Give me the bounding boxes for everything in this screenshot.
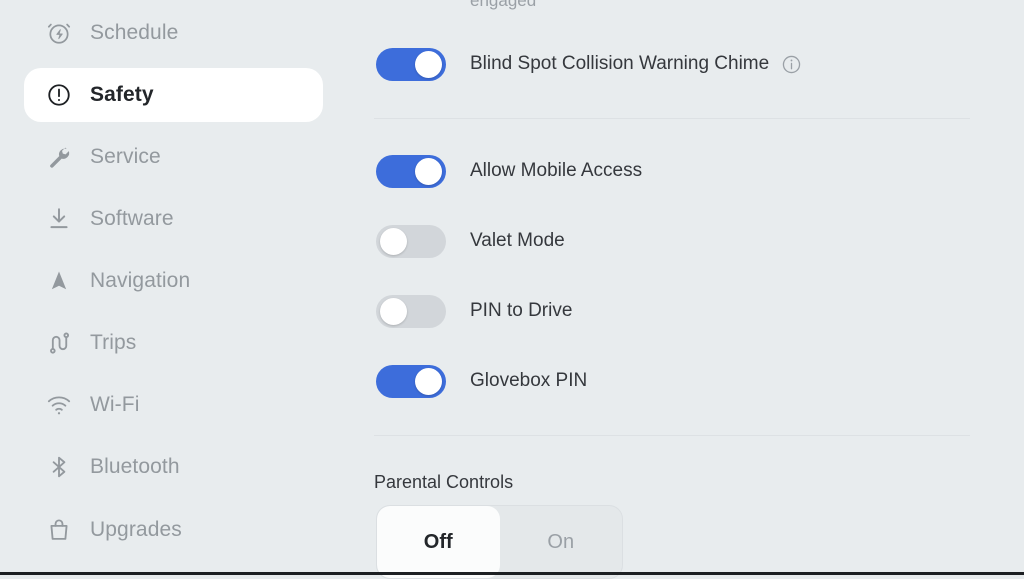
setting-label: Valet Mode — [470, 230, 565, 251]
download-icon — [42, 206, 76, 232]
sidebar-item-trips[interactable]: Trips — [24, 316, 323, 370]
setting-row-glovebox-pin[interactable]: Glovebox PIN — [376, 364, 587, 398]
route-icon — [42, 330, 76, 356]
wifi-icon — [42, 392, 76, 418]
sidebar-item-upgrades[interactable]: Upgrades — [24, 503, 323, 557]
setting-row-valet-mode[interactable]: Valet Mode — [376, 224, 565, 258]
clipped-description-text: engaged — [470, 0, 537, 10]
sidebar-item-label: Bluetooth — [90, 455, 180, 478]
exclamation-circle-icon — [42, 82, 76, 108]
setting-row-blind-spot-collision-warning-chime[interactable]: Blind Spot Collision Warning Chime — [376, 47, 802, 81]
toggle-knob — [415, 367, 442, 395]
sidebar-item-label: Schedule — [90, 21, 179, 44]
alarm-clock-icon — [42, 20, 76, 46]
section-divider — [374, 435, 970, 436]
sidebar-item-bluetooth[interactable]: Bluetooth — [24, 440, 323, 494]
toggle-allow-mobile-access[interactable] — [376, 154, 446, 188]
safety-settings-panel: engaged Blind Spot Collision Warning Chi… — [360, 0, 1024, 579]
settings-sidebar: Schedule Safety Service Software Navigat… — [0, 0, 360, 575]
sidebar-item-label: Safety — [90, 83, 154, 106]
sidebar-item-label: Software — [90, 207, 174, 230]
toggle-pin-to-drive[interactable] — [376, 294, 446, 328]
toggle-blind-spot-collision-warning-chime[interactable] — [376, 47, 446, 81]
toggle-knob — [380, 297, 407, 325]
sidebar-item-safety[interactable]: Safety — [24, 68, 323, 122]
setting-label: PIN to Drive — [470, 300, 573, 321]
shopping-bag-icon — [42, 517, 76, 543]
section-divider — [374, 118, 970, 119]
bluetooth-icon — [42, 454, 76, 480]
sidebar-item-software[interactable]: Software — [24, 192, 323, 246]
segment-off[interactable]: Off — [377, 506, 500, 578]
sidebar-item-label: Navigation — [90, 269, 191, 292]
toggle-knob — [415, 50, 442, 78]
sidebar-item-label: Upgrades — [90, 518, 182, 541]
setting-label: Glovebox PIN — [470, 370, 588, 391]
toggle-glovebox-pin[interactable] — [376, 364, 446, 398]
toggle-knob — [380, 227, 407, 255]
info-icon[interactable] — [781, 54, 802, 75]
segment-on[interactable]: On — [500, 506, 623, 578]
parental-controls-segmented-control[interactable]: Off On — [376, 505, 623, 579]
sidebar-item-service[interactable]: Service — [24, 130, 323, 184]
sidebar-item-label: Trips — [90, 331, 137, 354]
settings-screen: Schedule Safety Service Software Navigat… — [0, 0, 1024, 579]
sidebar-item-schedule[interactable]: Schedule — [24, 6, 323, 60]
toggle-knob — [415, 157, 442, 185]
parental-controls-heading: Parental Controls — [374, 472, 514, 492]
sidebar-item-label: Service — [90, 145, 161, 168]
setting-label: Allow Mobile Access — [470, 160, 643, 181]
sidebar-item-wifi[interactable]: Wi-Fi — [24, 378, 323, 432]
toggle-valet-mode[interactable] — [376, 224, 446, 258]
sidebar-item-label: Wi-Fi — [90, 393, 140, 416]
setting-row-allow-mobile-access[interactable]: Allow Mobile Access — [376, 154, 642, 188]
wrench-icon — [42, 144, 76, 170]
navigation-arrow-icon — [42, 268, 76, 294]
setting-row-pin-to-drive[interactable]: PIN to Drive — [376, 294, 572, 328]
setting-label: Blind Spot Collision Warning Chime — [470, 53, 770, 74]
sidebar-item-navigation[interactable]: Navigation — [24, 254, 323, 308]
